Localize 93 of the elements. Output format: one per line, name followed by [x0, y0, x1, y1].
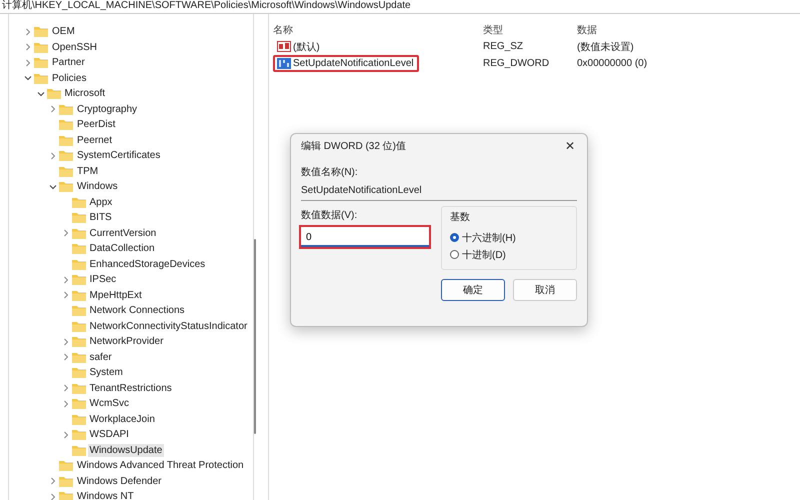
tree-item[interactable]: Appx [88, 196, 114, 209]
folder-icon [72, 336, 86, 348]
tree-item[interactable]: Windows Defender [75, 474, 164, 488]
base-label: 基数 [450, 210, 471, 224]
tree-item[interactable]: MpeHttpExt [88, 288, 144, 302]
tree-item[interactable]: IPSec [88, 273, 118, 286]
tree-item[interactable]: TenantRestrictions [88, 382, 174, 395]
folder-icon [72, 290, 86, 301]
folder-icon [34, 26, 48, 38]
folder-icon [59, 119, 73, 130]
value-data: (数值未设置) [577, 40, 635, 54]
radio-button[interactable] [450, 233, 459, 242]
tree-item[interactable]: Windows [75, 180, 120, 194]
folder-icon [72, 320, 86, 332]
tree-item[interactable]: Cryptography [75, 102, 140, 116]
radio-label[interactable]: 十进制(D) [462, 248, 506, 262]
tree-item[interactable]: WorkplaceJoin [88, 412, 157, 426]
close-button[interactable]: ✕ [563, 139, 577, 153]
folder-icon [72, 398, 86, 410]
folder-icon [72, 274, 86, 286]
chevron-down-icon[interactable] [49, 182, 57, 191]
chevron-right-icon[interactable] [62, 229, 70, 238]
radio-label[interactable]: 十六进制(H) [462, 230, 516, 244]
folder-icon [72, 352, 86, 363]
value-data-label: 数值数据(V): [301, 209, 358, 223]
address-bar[interactable]: 计算机\HKEY_LOCAL_MACHINE\SOFTWARE\Policies\Microsoft\Windows\WindowsUpdate [0, 0, 800, 14]
folder-icon [72, 212, 86, 224]
folder-icon [72, 196, 86, 208]
folder-icon [34, 42, 48, 53]
tree-item[interactable]: WSDAPI [88, 428, 131, 442]
tree-item[interactable]: CurrentVersion [88, 226, 158, 240]
chevron-right-icon[interactable] [62, 430, 70, 439]
tree-item[interactable]: NetworkConnectivityStatusIndicator [88, 320, 250, 333]
cancel-button[interactable]: 取消 [513, 279, 577, 301]
column-header[interactable]: 数据 [577, 22, 777, 36]
value-type: REG_SZ [483, 41, 524, 52]
folder-icon [59, 166, 73, 177]
folder-icon [72, 305, 86, 316]
folder-icon [59, 134, 73, 146]
folder-icon [72, 228, 86, 239]
radio-button[interactable] [450, 250, 459, 259]
value-name[interactable]: (默认) [273, 36, 325, 56]
tree-item[interactable]: safer [88, 350, 114, 364]
tree-item[interactable]: Windows NT [75, 490, 136, 500]
value-data-field[interactable]: 0 [299, 225, 431, 249]
folder-icon [59, 476, 73, 487]
folder-icon [72, 367, 86, 378]
dialog-title: 编辑 DWORD (32 位)值 [301, 140, 406, 153]
tree-item[interactable]: WcmSvc [88, 397, 131, 410]
value-type: REG_DWORD [483, 58, 550, 69]
tree-item[interactable]: EnhancedStorageDevices [88, 258, 208, 271]
folder-icon [34, 72, 48, 84]
column-header[interactable]: 类型 [483, 22, 577, 36]
tree-item[interactable]: OpenSSH [50, 40, 100, 54]
tree-item[interactable]: WindowsUpdate [88, 444, 164, 457]
tree-item[interactable]: DataCollection [88, 242, 157, 256]
folder-icon [59, 181, 73, 192]
value-name[interactable]: SetUpdateNotificationLevel [273, 55, 419, 72]
ok-button[interactable]: 确定 [441, 279, 505, 301]
tree-item[interactable]: Windows Advanced Threat Protection [75, 459, 246, 472]
tree-item[interactable]: System [88, 366, 125, 380]
folder-icon [59, 150, 73, 162]
value-name-field[interactable]: SetUpdateNotificationLevel [301, 182, 577, 201]
chevron-right-icon[interactable] [49, 105, 57, 114]
folder-icon [59, 104, 73, 115]
tree-item[interactable]: Partner [50, 56, 87, 70]
binary-value-icon [277, 58, 291, 69]
folder-icon [46, 88, 60, 100]
folder-icon [34, 57, 48, 68]
folder-icon [59, 460, 73, 472]
tree-item[interactable]: OEM [50, 25, 77, 38]
chevron-right-icon[interactable] [49, 152, 57, 160]
tree-item[interactable]: Microsoft [62, 87, 108, 100]
tree-item[interactable]: NetworkProvider [88, 335, 166, 348]
value-name-label: 数值名称(N): [301, 166, 359, 180]
folder-icon [72, 414, 86, 425]
tree-item[interactable]: BITS [88, 211, 114, 224]
folder-icon [72, 429, 86, 440]
folder-icon [72, 243, 86, 254]
scrollbar-thumb[interactable] [254, 239, 256, 434]
tree-item[interactable]: TPM [75, 164, 100, 178]
tree-item[interactable]: Policies [50, 72, 88, 85]
folder-icon [72, 382, 86, 394]
folder-icon [59, 491, 73, 500]
string-value-icon [277, 41, 291, 52]
tree-item[interactable]: Network Connections [88, 304, 187, 318]
folder-icon [72, 258, 86, 270]
tree-item[interactable]: SystemCertificates [75, 149, 162, 162]
value-data: 0x00000000 (0) [577, 58, 648, 69]
column-header[interactable]: 名称 [269, 22, 483, 36]
folder-icon [72, 444, 86, 456]
tree-item[interactable]: PeerDist [75, 118, 118, 132]
tree-item[interactable]: Peernet [75, 134, 114, 147]
